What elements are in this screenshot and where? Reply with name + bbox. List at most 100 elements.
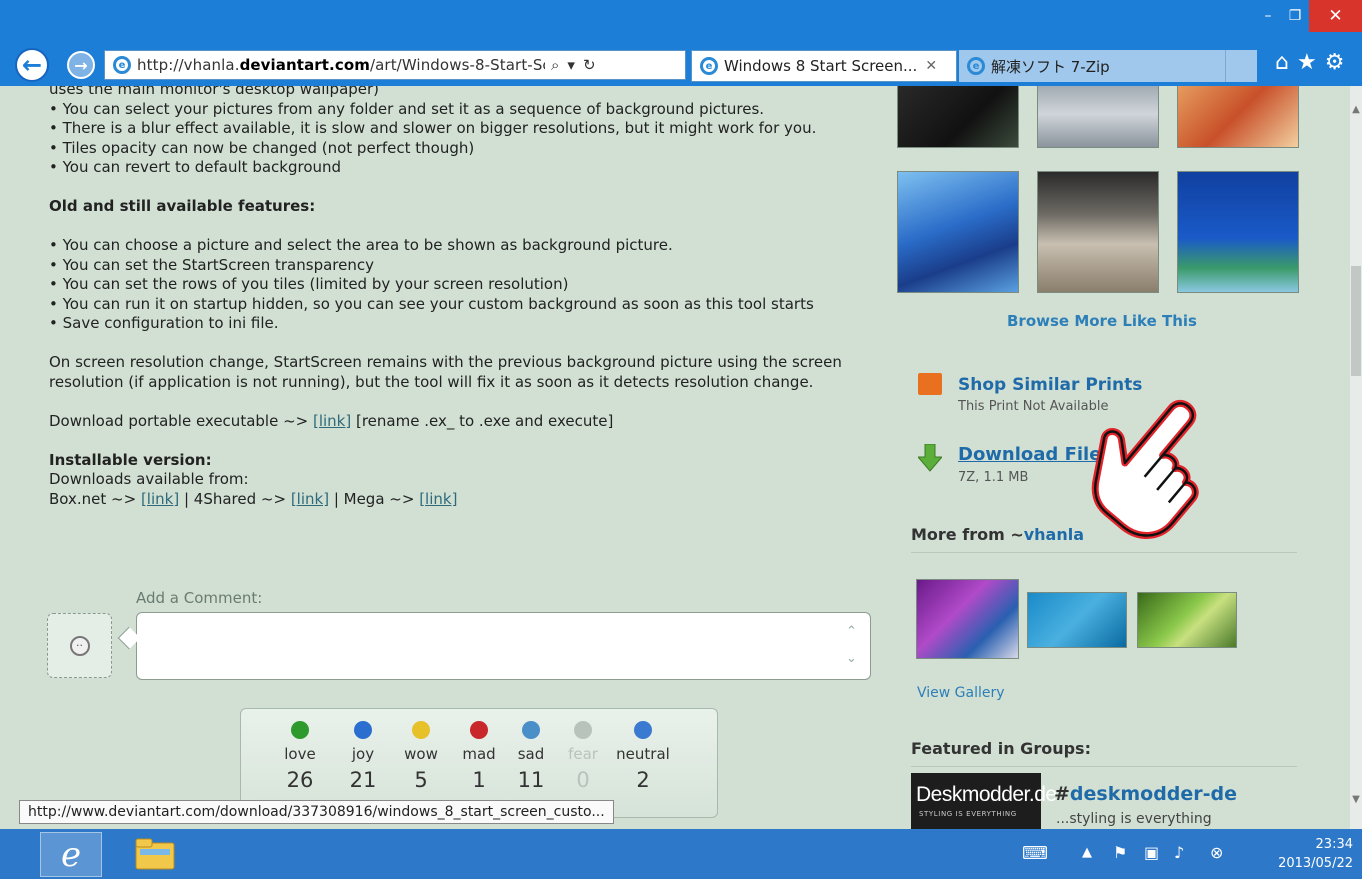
shopping-bag-icon [918,373,942,395]
view-gallery-link[interactable]: View Gallery [917,685,1005,701]
home-icon[interactable]: ⌂ [1275,50,1289,75]
file-explorer-icon[interactable] [134,837,176,871]
title-bar: – ❐ ✕ [0,0,1362,42]
group-name-link[interactable]: #deskmodder-de [1054,783,1237,805]
clock-time: 23:34 [1315,837,1353,852]
status-bar-url: http://www.deviantart.com/download/33730… [19,800,614,824]
more-from-user-link[interactable]: vhanla [1024,525,1084,544]
love-face-icon [291,721,309,739]
boxnet-link[interactable]: [link] [141,490,179,508]
address-bar[interactable]: e http://vhanla.deviantart.com/art/Windo… [104,50,686,80]
resolution-note: On screen resolution change, StartScreen… [49,353,842,391]
download-file-info: 7Z, 1.1 MB [958,470,1029,485]
similar-thumbnail[interactable] [1177,86,1299,148]
volume-icon[interactable]: ♪ [1174,843,1184,862]
show-hidden-icons-icon[interactable]: ▲ [1082,845,1092,860]
back-button[interactable]: ← [15,48,49,82]
forward-button[interactable]: → [67,51,95,79]
feature-line: • Tiles opacity can now be changed (not … [49,138,475,157]
mad-face-icon [470,721,488,739]
scroll-up-icon[interactable]: ⌃ [846,624,857,639]
favorites-star-icon[interactable]: ★ [1297,50,1317,75]
mood-sad[interactable]: sad 11 [503,721,559,792]
gallery-thumbnail[interactable] [916,579,1019,659]
featured-in-groups-heading: Featured in Groups: [911,739,1091,758]
ie-page-icon: e [113,56,131,74]
scroll-down-icon[interactable]: ⌄ [846,651,857,666]
internet-explorer-icon: e [60,834,82,875]
dropdown-arrow-icon[interactable]: ▾ [567,56,575,74]
more-from-heading: More from ~vhanla [911,525,1085,544]
feature-line: • You can revert to default background [49,158,342,176]
feature-line: • You can set the StartScreen transparen… [49,255,374,274]
similar-thumbnail[interactable] [897,86,1019,148]
smiley-avatar-icon: ·· [69,635,90,656]
feature-line: • You can select your pictures from any … [49,99,765,118]
similar-thumbnail[interactable] [1037,171,1159,293]
new-tab-button[interactable] [1225,50,1257,82]
tab-label: 解凍ソフト 7-Zip [991,57,1110,76]
download-arrow-icon [918,444,942,472]
mood-wow[interactable]: wow 5 [393,721,449,792]
refresh-icon[interactable]: ↻ [583,56,596,74]
similar-thumbnail[interactable] [897,171,1019,293]
fear-face-icon [574,721,592,739]
similar-thumbnail[interactable] [1177,171,1299,293]
keyboard-icon[interactable]: ⌨ [1022,843,1048,864]
taskbar: e ⌨ ▲ ⚑ ▣ ♪ ⊗ 23:34 2013/05/22 [0,829,1362,879]
mood-love[interactable]: love 26 [272,721,328,792]
group-logo-tagline: STYLING IS EVERYTHING [919,810,1017,818]
tools-gear-icon[interactable]: ⚙ [1325,50,1345,75]
mega-link[interactable]: [link] [419,490,457,508]
page-scrollbar[interactable]: ▲ ▼ [1350,86,1362,829]
joy-face-icon [354,721,372,739]
divider [911,766,1297,767]
system-clock[interactable]: 23:34 2013/05/22 [1275,835,1353,873]
close-button[interactable]: ✕ [1309,0,1362,32]
feature-line: • There is a blur effect available, it i… [49,119,817,137]
mirror-links-line: Box.net ~> [link] | 4Shared ~> [link] | … [49,489,458,508]
gallery-thumbnail[interactable] [1137,592,1237,648]
scrollbar-thumb[interactable] [1351,266,1361,376]
portable-download-line: Download portable executable ~> [link] [… [49,411,614,430]
portable-link[interactable]: [link] [313,412,351,430]
internet-explorer-taskbar-button[interactable]: e [40,832,102,877]
downloads-from-text: Downloads available from: [49,470,249,488]
installable-heading: Installable version: [49,450,212,469]
mood-fear[interactable]: fear 0 [555,721,611,792]
similar-thumbnail[interactable] [1037,86,1159,148]
sync-status-icon[interactable]: ⊗ [1210,843,1223,862]
mood-joy[interactable]: joy 21 [335,721,391,792]
page-content: uses the main monitor's desktop wallpape… [0,86,1350,829]
tab-close-icon[interactable]: ✕ [925,58,937,74]
comment-textarea[interactable] [136,612,871,680]
url-text[interactable]: http://vhanla.deviantart.com/art/Windows… [137,56,545,74]
wow-face-icon [412,721,430,739]
sad-face-icon [522,721,540,739]
4shared-link[interactable]: [link] [291,490,329,508]
restore-button[interactable]: ❐ [1281,0,1309,32]
old-features-heading: Old and still available features: [49,197,316,215]
divider [911,552,1297,553]
feature-line: • You can run it on startup hidden, so y… [49,294,814,313]
action-center-flag-icon[interactable]: ⚑ [1113,843,1127,862]
back-arrow-icon: ← [21,51,43,79]
mood-neutral[interactable]: neutral 2 [615,721,671,792]
network-icon[interactable]: ▣ [1144,843,1159,862]
minimize-button[interactable]: – [1255,0,1281,32]
search-icon[interactable]: ⌕ [551,56,559,74]
scroll-up-icon[interactable]: ▲ [1350,104,1362,115]
feature-line: • You can set the rows of you tiles (lim… [49,275,569,293]
neutral-face-icon [634,721,652,739]
desc-line-cut: uses the main monitor's desktop wallpape… [49,86,380,98]
browse-more-link[interactable]: Browse More Like This [1007,312,1197,330]
scroll-down-icon[interactable]: ▼ [1350,794,1362,805]
tab-label: Windows 8 Start Screen... [724,57,918,75]
ie-tab-icon: e [700,57,718,75]
group-logo[interactable]: Deskmodder.de STYLING IS EVERYTHING [911,773,1057,829]
deviation-description: uses the main monitor's desktop wallpape… [49,86,849,509]
gallery-thumbnail[interactable] [1027,592,1127,648]
mood-mad[interactable]: mad 1 [451,721,507,792]
tab-7zip[interactable]: e 解凍ソフト 7-Zip [959,50,1225,82]
tab-windows8-start-screen[interactable]: e Windows 8 Start Screen... ✕ [691,50,957,82]
